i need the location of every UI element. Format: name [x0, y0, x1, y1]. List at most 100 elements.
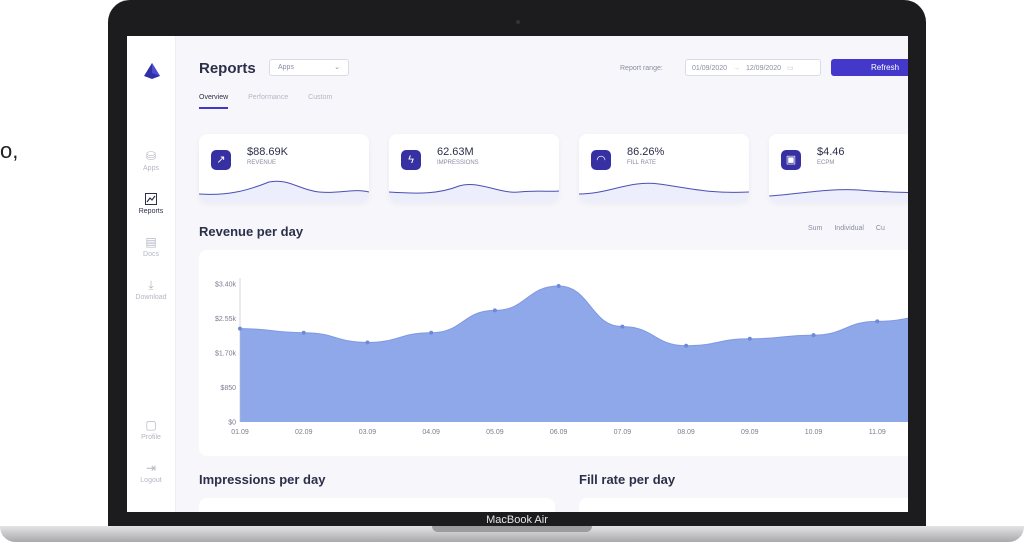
- data-point: [875, 319, 880, 324]
- sidebar-item-docs[interactable]: ▤ Docs: [127, 235, 175, 259]
- document-icon: ▤: [145, 235, 157, 249]
- sidebar-item-profile[interactable]: ▢ Profile: [127, 418, 175, 442]
- x-tick-label: 04.09: [422, 429, 440, 436]
- x-tick-label: 11.09: [869, 429, 886, 436]
- revenue-area: [240, 286, 908, 422]
- x-tick-label: 03.09: [359, 429, 377, 436]
- gauge-icon: ◠: [591, 150, 611, 170]
- logout-icon: ⇥: [145, 461, 157, 475]
- x-tick-label: 05.09: [486, 429, 504, 436]
- kpi-label: FILL RATE: [627, 160, 657, 166]
- range-separator: →: [733, 65, 740, 72]
- kpi-sparkline: [579, 182, 749, 202]
- sidebar-item-label: Reports: [138, 208, 164, 215]
- kpi-card-fill-rate[interactable]: ◠ 86.26% FILL RATE: [579, 134, 749, 202]
- x-tick-label: 10.09: [805, 429, 823, 436]
- kpi-sparkline: [389, 184, 559, 202]
- revenue-section-title: Revenue per day: [199, 224, 304, 239]
- sidebar-item-label: Download: [135, 294, 167, 301]
- line-chart-icon: [145, 193, 158, 206]
- tab-performance[interactable]: Performance: [248, 94, 288, 107]
- data-point: [429, 330, 434, 335]
- calendar-icon: ▭: [786, 65, 794, 72]
- download-icon: ⤓: [148, 278, 154, 292]
- brand-logo-icon: [144, 63, 160, 79]
- x-tick-label: 08.09: [677, 429, 695, 436]
- y-tick-label: $0: [228, 420, 236, 427]
- apps-select[interactable]: Apps ⌄: [269, 59, 349, 76]
- refresh-button[interactable]: Refresh: [831, 59, 908, 76]
- calendar-icon: ▣: [781, 150, 801, 170]
- app-screen: ⛁ Apps Reports ▤ Docs ⤓ Download ▢ Profi…: [127, 36, 908, 512]
- main-content: Reports Apps ⌄ Report range: 01/09/2020 …: [175, 36, 908, 512]
- impressions-section-title: Impressions per day: [199, 472, 326, 487]
- kpi-card-impressions[interactable]: ϟ 62.63M IMPRESSIONS: [389, 134, 559, 202]
- kpi-value: 62.63M: [437, 146, 474, 158]
- y-tick-label: $1.70k: [215, 351, 237, 358]
- kpi-sparkline: [199, 180, 369, 202]
- user-icon: ▢: [145, 418, 157, 432]
- x-tick-label: 02.09: [295, 429, 313, 436]
- fill-rate-section-title: Fill rate per day: [579, 472, 676, 487]
- database-icon: ⛁: [145, 149, 157, 163]
- lightning-icon: ϟ: [401, 150, 421, 170]
- sidebar: ⛁ Apps Reports ▤ Docs ⤓ Download ▢ Profi…: [127, 36, 176, 512]
- view-options: Sum Individual Cu: [808, 225, 895, 232]
- chevron-down-icon: ⌄: [334, 64, 340, 71]
- kpi-label: ECPM: [817, 160, 835, 166]
- sidebar-item-label: Profile: [141, 434, 161, 441]
- sidebar-item-reports[interactable]: Reports: [127, 193, 175, 215]
- y-tick-label: $850: [220, 385, 236, 392]
- view-option-sum[interactable]: Sum: [808, 225, 822, 232]
- laptop-opening-notch: [432, 526, 592, 532]
- data-point: [620, 324, 625, 329]
- data-point: [301, 330, 306, 335]
- webcam: [516, 20, 520, 24]
- kpi-value: 86.26%: [627, 146, 665, 158]
- x-tick-label: 07.09: [614, 429, 632, 436]
- range-start: 01/09/2020: [692, 65, 728, 72]
- kpi-card-revenue[interactable]: ↗ $88.69K REVENUE: [199, 134, 369, 202]
- data-point: [238, 326, 242, 331]
- tab-overview[interactable]: Overview: [199, 94, 229, 109]
- x-tick-label: 09.09: [741, 429, 759, 436]
- y-tick-label: $3.40k: [215, 282, 237, 289]
- data-point: [492, 308, 497, 313]
- revenue-chart-card: $0 $850 $1.70k $2.55k $3.40k 01.09 02.09 03.09 0…: [199, 250, 908, 456]
- x-tick-label: 01.09: [231, 429, 249, 436]
- view-option-individual[interactable]: Individual: [834, 225, 864, 232]
- kpi-label: REVENUE: [247, 160, 277, 166]
- x-tick-label: 06.09: [550, 429, 568, 436]
- kpi-value: $88.69K: [247, 146, 288, 158]
- data-point: [556, 284, 561, 289]
- sidebar-item-apps[interactable]: ⛁ Apps: [127, 149, 175, 173]
- data-point: [811, 333, 816, 338]
- page-title: Reports: [199, 60, 256, 77]
- sidebar-item-download[interactable]: ⤓ Download: [127, 278, 175, 302]
- kpi-card-ecpm[interactable]: ▣ $4.46 ECPM: [769, 134, 908, 202]
- trend-up-icon: ↗: [211, 150, 231, 170]
- kpi-sparkline: [769, 189, 908, 202]
- sidebar-item-label: Docs: [143, 251, 159, 258]
- view-option-cumulative[interactable]: Cu: [876, 225, 885, 232]
- data-point: [684, 343, 689, 348]
- sidebar-item-label: Apps: [143, 165, 159, 172]
- fill-rate-chart-card: [579, 498, 908, 512]
- report-range-label: Report range:: [620, 65, 663, 72]
- report-range-picker[interactable]: 01/09/2020 → 12/09/2020 ▭: [685, 59, 821, 76]
- tab-bar: Overview Performance Custom: [199, 94, 350, 109]
- cropped-edge-text: o,: [0, 138, 19, 163]
- y-tick-label: $2.55k: [215, 316, 237, 323]
- sidebar-item-label: Logout: [140, 477, 162, 484]
- apps-select-value: Apps: [278, 64, 294, 71]
- kpi-label: IMPRESSIONS: [437, 160, 479, 166]
- data-point: [365, 340, 370, 345]
- impressions-chart-card: [199, 498, 555, 512]
- tab-custom[interactable]: Custom: [308, 94, 332, 107]
- data-point: [747, 336, 752, 341]
- sidebar-item-logout[interactable]: ⇥ Logout: [127, 461, 175, 485]
- revenue-area-chart: $0 $850 $1.70k $2.55k $3.40k 01.09 02.09 03.09 0…: [215, 278, 908, 436]
- device-label: MacBook Air: [486, 514, 548, 526]
- range-end: 12/09/2020: [745, 65, 781, 72]
- kpi-value: $4.46: [817, 146, 845, 158]
